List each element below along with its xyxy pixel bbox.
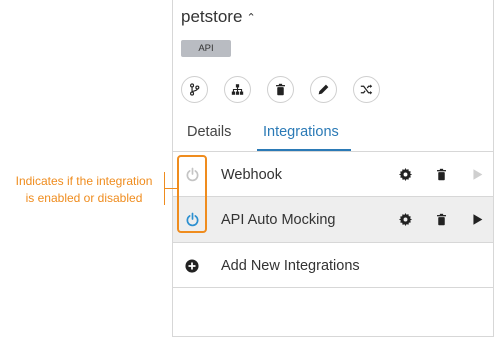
trash-icon	[436, 168, 446, 181]
play-icon	[472, 169, 482, 180]
play-icon	[472, 214, 482, 225]
active-tab-indicator	[257, 149, 351, 151]
api-type-badge: API	[181, 40, 231, 57]
integration-row-api-auto-mocking[interactable]: API Auto Mocking	[173, 197, 493, 242]
chevron-up-icon[interactable]: ⌃	[246, 11, 255, 24]
trash-icon	[436, 213, 446, 226]
branch-button[interactable]	[181, 76, 208, 103]
shuffle-button[interactable]	[353, 76, 380, 103]
tab-details[interactable]: Details	[187, 124, 231, 140]
trash-icon	[276, 83, 285, 96]
shuffle-icon	[360, 84, 373, 95]
annotation-highlight-box	[177, 155, 207, 233]
annotation-line-1: Indicates if the integration	[15, 174, 153, 188]
api-panel: petstore ⌃ API Details Integrations Webh…	[172, 0, 494, 337]
delete-integration-button[interactable]	[423, 165, 459, 185]
api-toolbar	[181, 76, 380, 103]
integration-actions	[387, 165, 495, 185]
add-new-label: Add New Integrations	[221, 257, 360, 274]
run-button[interactable]	[459, 210, 495, 230]
integration-actions	[387, 210, 495, 230]
branch-icon	[190, 83, 200, 96]
pencil-icon	[318, 84, 329, 95]
annotation-line-2: is enabled or disabled	[25, 191, 143, 205]
api-title[interactable]: petstore ⌃	[181, 7, 256, 27]
plus-circle-icon	[185, 258, 199, 273]
integration-label: API Auto Mocking	[221, 211, 336, 228]
hierarchy-button[interactable]	[224, 76, 251, 103]
delete-api-button[interactable]	[267, 76, 294, 103]
sitemap-icon	[231, 84, 244, 95]
annotation-text: Indicates if the integration is enabled …	[0, 173, 168, 207]
tab-integrations[interactable]: Integrations	[263, 124, 339, 140]
annotation-connector	[164, 188, 177, 189]
add-new-integration-button[interactable]: Add New Integrations	[173, 243, 493, 288]
settings-button[interactable]	[387, 165, 423, 185]
settings-button[interactable]	[387, 210, 423, 230]
tab-bar: Details Integrations	[173, 120, 493, 152]
edit-button[interactable]	[310, 76, 337, 103]
run-button[interactable]	[459, 165, 495, 185]
integration-row-webhook[interactable]: Webhook	[173, 152, 493, 197]
gear-icon	[398, 168, 412, 181]
delete-integration-button[interactable]	[423, 210, 459, 230]
api-name: petstore	[181, 7, 243, 26]
row-divider	[173, 287, 493, 288]
gear-icon	[398, 213, 412, 226]
integration-label: Webhook	[221, 166, 282, 183]
